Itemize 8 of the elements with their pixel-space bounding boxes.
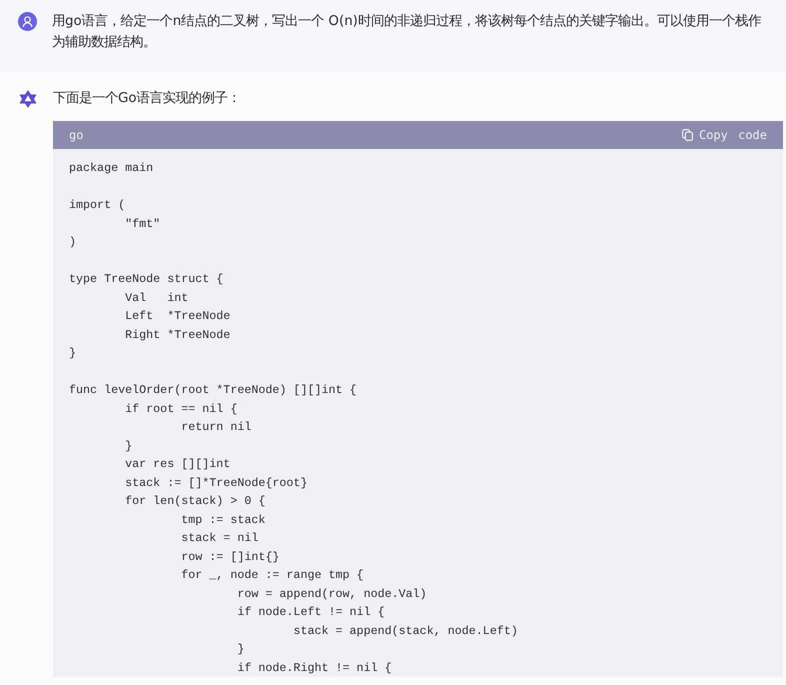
code-text: package main import ( "fmt" ) type TreeNode struct { Val int Left *TreeNode Right *TreeNode } func levelOrder(root *TreeNode) [][]int { if root == nil { return nil } var res [][]int stack := []*TreeNode{root} for len(stack) > 0 { tmp := stack stack = nil row := []int{} for _, node := range tmp { row = append(row, node.Val) if node.Left != nil { stack = append(stack, node.Left) } if node.Right != nil {	[69, 160, 519, 676]
code-language-label: go	[69, 128, 84, 142]
assistant-message-text: 下面是一个Go语言实现的例子：	[53, 90, 242, 108]
user-avatar-icon	[18, 12, 37, 31]
star-logo-icon	[18, 89, 38, 109]
copy-code-button[interactable]: Copy code	[682, 128, 767, 142]
copy-icon	[682, 129, 693, 141]
user-message-text: 用go语言，给定一个n结点的二叉树，写出一个 O(n)时间的非递归过程，将该树每个结点的关键字输出。可以使用一个栈作为辅助数据结构。	[52, 12, 762, 52]
